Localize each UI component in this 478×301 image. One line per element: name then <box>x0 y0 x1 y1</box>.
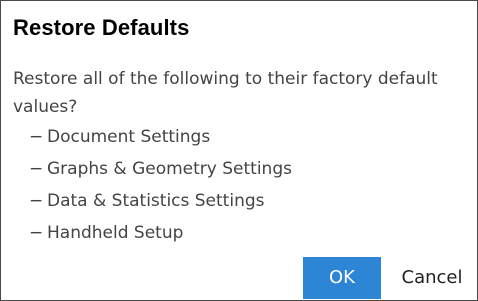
list-dash: − <box>29 223 44 243</box>
settings-list: − Document Settings − Graphs & Geometry Se… <box>29 121 292 249</box>
list-item-label: Handheld Setup <box>47 223 184 243</box>
list-item-label: Document Settings <box>47 127 211 147</box>
ok-button[interactable]: OK <box>303 257 381 299</box>
cancel-button[interactable]: Cancel <box>389 257 475 299</box>
restore-defaults-dialog: Restore Defaults Restore all of the foll… <box>0 0 478 301</box>
dialog-title: Restore Defaults <box>13 15 190 40</box>
list-item: − Data & Statistics Settings <box>29 185 292 217</box>
list-item-label: Data & Statistics Settings <box>47 191 265 211</box>
list-item: − Graphs & Geometry Settings <box>29 153 292 185</box>
list-dash: − <box>29 127 44 147</box>
list-item-label: Graphs & Geometry Settings <box>47 159 292 179</box>
dialog-message: Restore all of the following to their fa… <box>13 69 438 117</box>
list-dash: − <box>29 191 44 211</box>
list-item: − Handheld Setup <box>29 217 292 249</box>
list-item: − Document Settings <box>29 121 292 153</box>
list-dash: − <box>29 159 44 179</box>
